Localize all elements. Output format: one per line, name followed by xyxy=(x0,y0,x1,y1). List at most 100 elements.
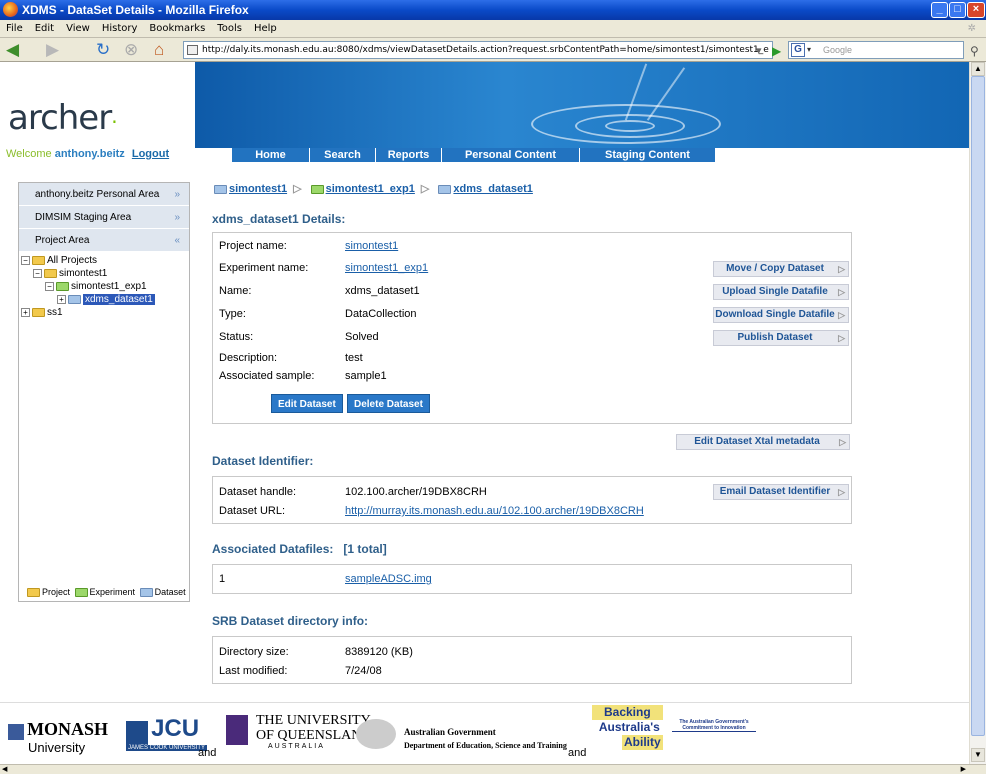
monash-crest-icon xyxy=(8,724,24,741)
tree-node-experiment[interactable]: − simontest1_exp1 xyxy=(45,280,189,293)
username: anthony.beitz xyxy=(54,148,125,160)
publish-dataset-button[interactable]: Publish Dataset xyxy=(713,330,849,346)
scroll-left-icon[interactable]: ◀ xyxy=(2,765,7,773)
download-single-datafile-button[interactable]: Download Single Datafile xyxy=(713,307,849,323)
url-dropdown-icon[interactable]: ▾ xyxy=(756,42,762,60)
menu-history[interactable]: History xyxy=(102,20,138,38)
datafiles-box: 1 sampleADSC.img xyxy=(212,564,852,594)
scroll-thumb[interactable] xyxy=(971,76,985,736)
scroll-down-icon[interactable]: ▼ xyxy=(971,748,985,762)
page-favicon-icon xyxy=(187,45,198,55)
menu-file[interactable]: File xyxy=(6,20,23,38)
delete-dataset-button[interactable]: Delete Dataset xyxy=(347,394,430,413)
collapse-icon: − xyxy=(21,255,30,265)
dataset-folder-icon xyxy=(68,294,81,304)
backing-australia-logo: Backing Australia's Ability xyxy=(592,705,663,750)
breadcrumb-experiment[interactable]: simontest1_exp1 xyxy=(326,183,415,195)
forward-arrow-icon[interactable]: ▶ xyxy=(46,41,59,59)
window-titlebar: XDMS - DataSet Details - Mozilla Firefox… xyxy=(0,0,986,20)
project-link[interactable]: simontest1 xyxy=(345,240,398,252)
reload-icon[interactable]: ↻ xyxy=(96,41,110,59)
edit-xtal-metadata-button[interactable]: Edit Dataset Xtal metadata xyxy=(676,434,850,450)
nav-reports[interactable]: Reports xyxy=(376,148,442,162)
details-box: Project name: simontest1 Experiment name:… xyxy=(212,232,852,424)
magnifier-icon[interactable]: ⚲ xyxy=(970,42,979,60)
folder-icon xyxy=(438,184,452,194)
nav-search[interactable]: Search xyxy=(310,148,376,162)
logout-link[interactable]: Logout xyxy=(132,148,169,160)
breadcrumb-dataset[interactable]: xdms_dataset1 xyxy=(453,183,533,195)
jcu-logo: JCU JAMES COOK UNIVERSITY xyxy=(126,715,208,752)
breadcrumb-separator-icon: ▷ xyxy=(293,183,302,195)
welcome-text: Welcome anthony.beitz Logout xyxy=(6,148,170,160)
menu-view[interactable]: View xyxy=(66,20,90,38)
site-header: archer· Welcome anthony.beitz Logout Hom… xyxy=(0,62,969,175)
home-icon[interactable]: ⌂ xyxy=(154,41,164,59)
dataset-status: Solved xyxy=(345,331,379,343)
tree-node-project[interactable]: − simontest1 xyxy=(33,267,189,280)
tree-node-dataset[interactable]: + xdms_dataset1 xyxy=(57,293,189,306)
search-engine-dropdown-icon[interactable]: ▾ xyxy=(807,42,811,58)
nav-home[interactable]: Home xyxy=(232,148,310,162)
folder-icon xyxy=(214,184,227,194)
datafile-link[interactable]: sampleADSC.img xyxy=(345,573,432,585)
expand-icon: + xyxy=(21,307,30,317)
main-nav: Home Search Reports Personal Content Tra… xyxy=(232,148,716,175)
email-dataset-identifier-button[interactable]: Email Dataset Identifier xyxy=(713,484,849,500)
sponsor-footer: MONASH University JCU JAMES COOK UNIVERS… xyxy=(0,702,969,764)
experiment-folder-icon xyxy=(56,281,69,291)
menu-help[interactable]: Help xyxy=(254,20,277,38)
collapse-chevron-icon: « xyxy=(174,235,180,246)
menu-bar: File Edit View History Bookmarks Tools Help ✲ xyxy=(0,20,986,38)
scroll-up-icon[interactable]: ▲ xyxy=(971,62,985,76)
google-search-icon[interactable]: G xyxy=(791,43,805,57)
dataset-url-link[interactable]: http://murray.its.monash.edu.au/102.100.… xyxy=(345,505,644,517)
address-bar[interactable]: http://daly.its.monash.edu.au:8080/xdms/… xyxy=(183,41,773,59)
dataset-handle: 102.100.archer/19DBX8CRH xyxy=(345,486,487,498)
tree-node-all-projects[interactable]: − All Projects xyxy=(21,254,189,267)
tree-node-ss1[interactable]: + ss1 xyxy=(21,306,189,319)
experiment-link[interactable]: simontest1_exp1 xyxy=(345,262,428,274)
go-arrow-icon[interactable]: ▶ xyxy=(772,42,781,60)
address-text: http://daly.its.monash.edu.au:8080/xdms/… xyxy=(202,45,769,55)
identifier-box: Dataset handle: 102.100.archer/19DBX8CRH … xyxy=(212,476,852,524)
move-copy-dataset-button[interactable]: Move / Copy Dataset xyxy=(713,261,849,277)
edit-dataset-button[interactable]: Edit Dataset xyxy=(271,394,343,413)
horizontal-scrollbar[interactable]: ◀ ▶ xyxy=(0,764,986,774)
nav-personal-content-transfer[interactable]: Personal Content Transfer xyxy=(442,148,580,175)
throbber-icon: ✲ xyxy=(967,23,976,34)
experiment-folder-icon xyxy=(74,588,88,597)
maximize-button[interactable]: □ xyxy=(949,2,966,18)
breadcrumb-project[interactable]: simontest1 xyxy=(229,183,287,195)
dataset-type: DataCollection xyxy=(345,308,417,320)
details-heading: xdms_dataset1 Details: xyxy=(212,212,346,226)
sidebar-personal-area[interactable]: anthony.beitz Personal Area» xyxy=(19,183,189,206)
back-arrow-icon[interactable]: ◀ xyxy=(6,41,19,59)
folder-icon xyxy=(32,255,45,265)
close-button[interactable]: × xyxy=(967,2,985,18)
vertical-scrollbar[interactable]: ▲ ▼ xyxy=(969,62,986,764)
stop-icon[interactable]: ⊗ xyxy=(124,41,138,59)
page-viewport: archer· Welcome anthony.beitz Logout Hom… xyxy=(0,62,986,764)
sidebar: anthony.beitz Personal Area» DIMSIM Stag… xyxy=(18,182,190,602)
jcu-crest-icon xyxy=(126,721,148,746)
nav-staging-content-transfer[interactable]: Staging Content Transfer xyxy=(580,148,716,175)
associated-sample: sample1 xyxy=(345,370,387,382)
tree-legend: Project Experiment Dataset xyxy=(27,587,186,597)
dataset-description: test xyxy=(345,352,363,364)
datafiles-total: [1 total] xyxy=(343,542,387,556)
sidebar-staging-area[interactable]: DIMSIM Staging Area» xyxy=(19,206,189,229)
last-modified: 7/24/08 xyxy=(345,665,382,677)
srb-box: Directory size: 8389120 (KB) Last modifie… xyxy=(212,636,852,684)
menu-edit[interactable]: Edit xyxy=(35,20,54,38)
scroll-right-icon[interactable]: ▶ xyxy=(961,765,966,773)
menu-bookmarks[interactable]: Bookmarks xyxy=(149,20,205,38)
upload-single-datafile-button[interactable]: Upload Single Datafile xyxy=(713,284,849,300)
sidebar-project-area[interactable]: Project Area « xyxy=(19,229,189,252)
menu-tools[interactable]: Tools xyxy=(217,20,242,38)
monash-logo: MONASH University xyxy=(8,719,108,755)
search-input[interactable]: G ▾ Google xyxy=(788,41,964,59)
project-tree: − All Projects − simontest1 − simontest1_ex… xyxy=(19,252,189,319)
window-title: XDMS - DataSet Details - Mozilla Firefox xyxy=(22,3,249,17)
minimize-button[interactable]: _ xyxy=(931,2,948,18)
